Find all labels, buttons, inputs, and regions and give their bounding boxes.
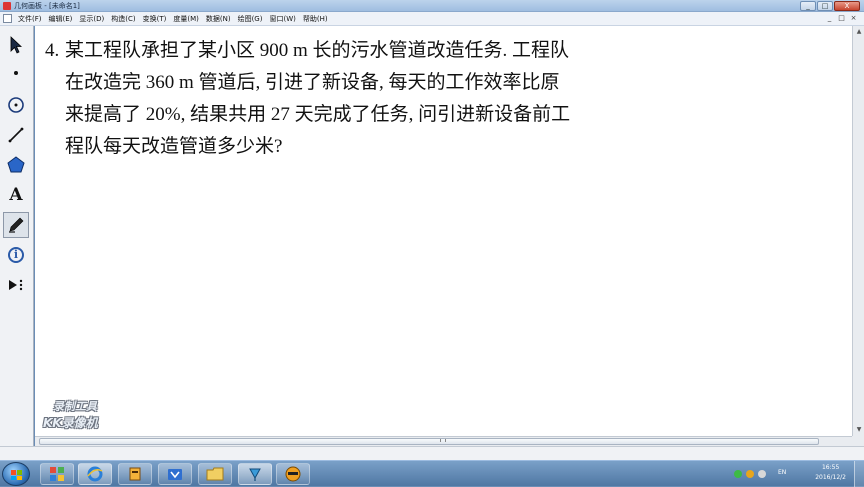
clock[interactable]: 16:55 2016/12/2 [815,463,846,483]
tray-network-icon[interactable] [734,470,742,478]
watermark-line2: KK录像机 [43,416,98,430]
scroll-up-icon[interactable]: ▲ [855,28,863,36]
taskbar: EN 16:55 2016/12/2 [0,460,864,487]
app-icon [129,467,141,481]
document-controls: _ □ × [825,14,858,23]
doc-restore-button[interactable]: □ [837,14,846,23]
problem-body: 某工程队承担了某小区 900 m 长的污水管道改造任务. 工程队 在改造完 36… [65,35,645,163]
custom-tool-icon [9,279,23,291]
menu-file[interactable]: 文件(F) [18,12,42,26]
menu-list: 文件(F) 编辑(E) 显示(D) 构造(C) 变换(T) 度量(M) 数据(N… [18,12,328,26]
clock-date: 2016/12/2 [815,474,846,481]
menu-construct[interactable]: 构造(C) [111,12,135,26]
folder-icon [206,467,224,481]
minimize-button[interactable]: _ [800,1,816,11]
tool-point[interactable] [3,60,29,86]
menu-graph[interactable]: 绘图(G) [238,12,263,26]
tool-straightedge[interactable] [3,122,29,148]
scroll-corner [852,436,864,446]
menu-display[interactable]: 显示(D) [79,12,104,26]
sketchpad-app-icon [3,2,11,10]
scroll-thumb[interactable] [39,438,819,445]
doc-close-button[interactable]: × [849,14,858,23]
problem-number: 4. [45,40,60,61]
clock-time: 16:55 [821,464,840,471]
tool-text[interactable]: A [3,182,29,208]
watermark-line1: 录制工具 [53,400,97,413]
taskbar-folder[interactable] [158,463,192,485]
tool-information[interactable]: i [3,242,29,268]
ie-icon [87,466,103,482]
document-icon[interactable] [3,14,12,23]
show-desktop-button[interactable] [854,461,864,487]
menu-help[interactable]: 帮助(H) [303,12,328,26]
recorder-watermark: 录制工具 KK录像机 [43,398,98,431]
menu-window[interactable]: 窗口(W) [269,12,295,26]
taskbar-app-multicolor[interactable] [40,463,74,485]
problem-line: 程队每天改造管道多少米? [65,136,283,157]
taskbar-ie[interactable] [78,463,112,485]
taskbar-app[interactable] [118,463,152,485]
taskbar-explorer[interactable] [198,463,232,485]
language-indicator[interactable]: EN [778,469,786,476]
title-bar[interactable]: 几何画板 - [未命名1] _ □ X [0,0,864,12]
tool-arrow[interactable] [3,32,29,58]
close-button[interactable]: X [834,1,860,11]
taskbar-recorder[interactable] [276,463,310,485]
tool-compass[interactable] [3,92,29,118]
tray-app-icon[interactable] [746,470,754,478]
problem-line: 来提高了 20%, 结果共用 27 天完成了任务, 问引进新设备前工 [65,104,571,125]
menu-bar: 文件(F) 编辑(E) 显示(D) 构造(C) 变换(T) 度量(M) 数据(N… [0,12,864,26]
status-bar [0,446,864,460]
problem-line: 某工程队承担了某小区 900 m 长的污水管道改造任务. 工程队 [65,40,570,61]
tool-custom[interactable] [3,272,29,298]
maximize-button[interactable]: □ [817,1,833,11]
folder-icon [168,469,182,480]
pen-icon [9,217,24,233]
scroll-down-icon[interactable]: ▼ [855,426,863,434]
menu-edit[interactable]: 编辑(E) [49,12,73,26]
window-controls: _ □ X [800,1,860,11]
text-icon: A [9,185,23,205]
polygon-icon [7,156,25,173]
circle-icon [8,97,24,113]
app-window: 几何画板 - [未命名1] _ □ X 文件(F) 编辑(E) 显示(D) 构造… [0,0,864,487]
vertical-scrollbar[interactable]: ▲ ▼ [852,26,864,436]
start-button[interactable] [2,462,30,486]
tool-polygon[interactable] [3,152,29,178]
windows-flag-icon [11,470,22,480]
arrow-icon [10,36,23,54]
menu-transform[interactable]: 变换(T) [143,12,167,26]
window-title: 几何画板 - [未命名1] [14,2,80,10]
windows-app-icon [50,467,64,481]
problem-line: 在改造完 360 m 管道后, 引进了新设备, 每天的工作效率比原 [65,72,560,93]
tool-marker[interactable] [3,212,29,238]
info-icon: i [8,247,24,263]
doc-minimize-button[interactable]: _ [825,14,834,23]
toolbox: A i [0,26,34,460]
point-icon [14,71,18,75]
horizontal-scrollbar[interactable] [35,436,852,446]
taskbar-sketchpad[interactable] [238,463,272,485]
recorder-icon [285,466,301,482]
menu-measure[interactable]: 度量(M) [173,12,199,26]
sketch-canvas[interactable]: 4. 某工程队承担了某小区 900 m 长的污水管道改造任务. 工程队 在改造完… [35,26,852,436]
line-icon [8,127,24,143]
menu-data[interactable]: 数据(N) [206,12,231,26]
sketchpad-icon [249,468,261,481]
tray-volume-icon[interactable] [758,470,766,478]
grip-icon [440,439,446,442]
system-tray: EN 16:55 2016/12/2 [734,461,864,487]
